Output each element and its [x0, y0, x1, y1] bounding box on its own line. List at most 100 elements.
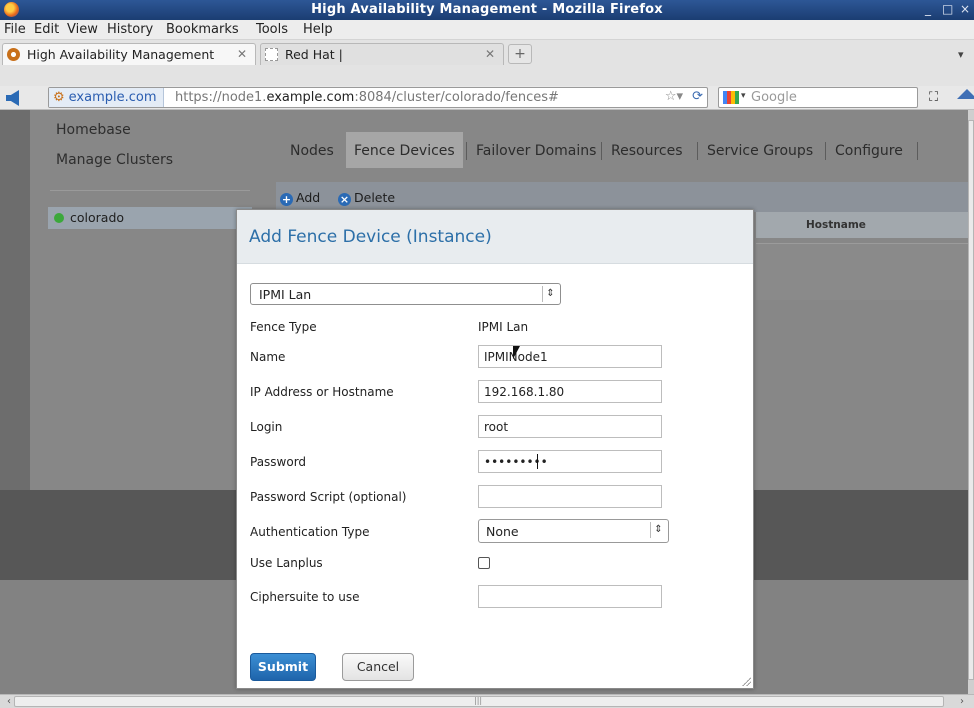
select-updown-icon: ⇕: [542, 286, 558, 302]
auth-type-label: Authentication Type: [250, 525, 370, 539]
x-circle-icon: ×: [338, 193, 351, 206]
navigation-bar: ⚙ example.com https://node1.example.com:8…: [0, 86, 974, 110]
url-bar[interactable]: ⚙ example.com https://node1.example.com:8…: [48, 87, 708, 108]
password-script-input[interactable]: [478, 485, 662, 508]
reload-icon[interactable]: ⟳: [692, 89, 703, 104]
menu-history[interactable]: History: [107, 22, 153, 37]
tab-strip: High Availability Management ✕ Red Hat |…: [0, 40, 974, 86]
vertical-scrollbar[interactable]: [968, 110, 974, 694]
tab-service-groups[interactable]: Service Groups: [699, 132, 821, 168]
close-tab-icon[interactable]: ✕: [237, 47, 247, 61]
maximize-button[interactable]: □: [942, 2, 953, 16]
url-path: :8084/cluster/colorado/fences#: [354, 90, 559, 105]
tab-configure[interactable]: Configure: [827, 132, 911, 168]
password-script-label: Password Script (optional): [250, 490, 407, 504]
ip-address-value: 192.168.1.80: [484, 385, 565, 399]
url-scheme: https://node1.: [175, 90, 267, 105]
status-ok-icon: [54, 213, 64, 223]
page-icon: [265, 48, 278, 61]
delete-label: Delete: [354, 190, 396, 205]
table-header: Hostname: [756, 212, 968, 238]
tab-red-hat[interactable]: Red Hat | ✕: [260, 43, 504, 65]
sidebar-divider: [50, 190, 250, 191]
tab-ha-management[interactable]: High Availability Management ✕: [2, 43, 256, 65]
new-tab-button[interactable]: +: [508, 44, 532, 64]
back-arrow-icon[interactable]: [6, 90, 19, 106]
name-label: Name: [250, 350, 286, 364]
password-value: •••••••••: [484, 455, 548, 469]
auth-type-value: None: [486, 524, 519, 539]
delete-button[interactable]: × Delete: [338, 190, 395, 206]
sidebar-item-manage-clusters[interactable]: Manage Clusters: [56, 152, 173, 168]
tab-fence-devices[interactable]: Fence Devices: [346, 132, 463, 168]
password-input[interactable]: •••••••••: [478, 450, 662, 473]
scroll-grip-icon: |||: [474, 696, 483, 705]
close-tab-icon[interactable]: ✕: [485, 47, 495, 61]
menu-view[interactable]: View: [67, 22, 98, 37]
mouse-cursor-icon: [513, 346, 520, 359]
scroll-right-icon[interactable]: ›: [955, 696, 969, 708]
plus-icon: +: [280, 193, 293, 206]
window-titlebar: High Availability Management - Mozilla F…: [0, 0, 974, 20]
tab-resources[interactable]: Resources: [603, 132, 691, 168]
gear-icon: ⚙: [53, 90, 65, 105]
ciphersuite-label: Ciphersuite to use: [250, 590, 360, 604]
action-toolbar: + Add × Delete: [276, 182, 968, 212]
tab-list-chevron-icon[interactable]: ▾: [958, 48, 964, 61]
menu-file[interactable]: File: [4, 22, 26, 37]
engine-dropdown-icon[interactable]: ▾: [741, 91, 746, 101]
url-host: example.com: [266, 90, 355, 105]
google-engine-icon[interactable]: [723, 91, 739, 104]
password-label: Password: [250, 455, 307, 469]
url-text: https://node1.example.com:8084/cluster/c…: [175, 90, 559, 105]
login-value: root: [484, 420, 509, 434]
site-identity-button[interactable]: ⚙ example.com: [49, 88, 164, 107]
add-button[interactable]: + Add: [280, 190, 320, 206]
login-label: Login: [250, 420, 283, 434]
table-body: [756, 243, 968, 300]
tab-nodes[interactable]: Nodes: [282, 132, 342, 168]
sidebar-item-homebase[interactable]: Homebase: [56, 122, 131, 138]
home-icon[interactable]: [957, 89, 974, 99]
fence-type-value: IPMI Lan: [478, 320, 529, 334]
menu-tools[interactable]: Tools: [256, 22, 288, 37]
ciphersuite-input[interactable]: [478, 585, 662, 608]
add-fence-device-dialog: Add Fence Device (Instance) IPMI Lan ⇕ F…: [236, 209, 754, 689]
minimize-button[interactable]: _: [925, 2, 931, 16]
login-input[interactable]: root: [478, 415, 662, 438]
tab-separator: [917, 142, 918, 160]
close-window-button[interactable]: ×: [960, 2, 970, 16]
cancel-button[interactable]: Cancel: [342, 653, 414, 681]
search-placeholder: Google: [751, 90, 797, 105]
bookmark-star-icon[interactable]: ☆▾: [665, 89, 683, 104]
cluster-label: colorado: [70, 210, 125, 225]
add-label: Add: [296, 190, 321, 205]
cluster-item-colorado[interactable]: colorado: [48, 207, 252, 229]
page-content: Homebase Manage Clusters colorado Nodes …: [0, 110, 968, 694]
menu-help[interactable]: Help: [303, 22, 333, 37]
menu-edit[interactable]: Edit: [34, 22, 59, 37]
horizontal-scrollbar[interactable]: ‹ ||| ›: [0, 694, 974, 708]
auth-type-select[interactable]: None ⇕: [478, 519, 669, 543]
tab-separator: [697, 142, 698, 160]
text-caret: [537, 454, 538, 469]
dialog-title: Add Fence Device (Instance): [249, 227, 492, 247]
menu-bookmarks[interactable]: Bookmarks: [166, 22, 239, 37]
vertical-scroll-thumb[interactable]: [968, 120, 974, 680]
submit-button[interactable]: Submit: [250, 653, 316, 681]
device-type-value: IPMI Lan: [259, 287, 312, 302]
column-header-hostname[interactable]: Hostname: [806, 219, 866, 231]
menubar: File Edit View History Bookmarks Tools H…: [0, 20, 974, 40]
name-input[interactable]: IPMINode1: [478, 345, 662, 368]
binoculars-icon[interactable]: ⛶: [929, 90, 938, 105]
fence-type-label: Fence Type: [250, 320, 317, 334]
dialog-header: Add Fence Device (Instance): [237, 210, 753, 264]
tab-failover-domains[interactable]: Failover Domains: [468, 132, 604, 168]
search-bar[interactable]: ▾ Google: [718, 87, 918, 108]
resize-grip-icon[interactable]: [741, 676, 751, 686]
tab-label: High Availability Management: [26, 47, 215, 62]
tab-label: Red Hat |: [284, 47, 343, 62]
ip-address-input[interactable]: 192.168.1.80: [478, 380, 662, 403]
fence-device-type-select[interactable]: IPMI Lan ⇕: [250, 283, 561, 305]
lanplus-checkbox[interactable]: [478, 557, 490, 569]
